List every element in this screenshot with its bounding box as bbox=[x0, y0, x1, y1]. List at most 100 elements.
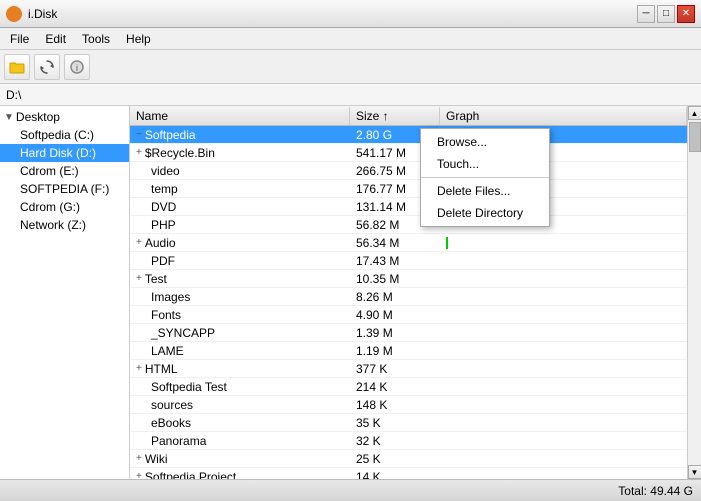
sidebar: ▼ Desktop Softpedia (C:) Hard Disk (D:) … bbox=[0, 106, 130, 479]
col-header-graph[interactable]: Graph bbox=[440, 107, 687, 125]
col-header-name[interactable]: Name bbox=[130, 107, 350, 125]
folder-icon bbox=[9, 59, 25, 75]
expand-icon: + bbox=[136, 273, 142, 284]
menu-edit[interactable]: Edit bbox=[39, 30, 72, 48]
sidebar-item-network-z[interactable]: Network (Z:) bbox=[0, 216, 129, 234]
file-size-pdf: 17.43 M bbox=[350, 253, 440, 269]
file-name-video: video bbox=[130, 163, 350, 179]
scroll-up-button[interactable]: ▲ bbox=[688, 106, 701, 120]
file-name-pdf: PDF bbox=[130, 253, 350, 269]
file-name-html: + HTML bbox=[130, 361, 350, 377]
table-row[interactable]: PDF 17.43 M bbox=[130, 252, 687, 270]
ctx-touch[interactable]: Touch... bbox=[421, 153, 549, 175]
menu-tools[interactable]: Tools bbox=[76, 30, 116, 48]
file-name-lame: LAME bbox=[130, 343, 350, 359]
table-row[interactable]: + Test 10.35 M bbox=[130, 270, 687, 288]
info-button[interactable]: i bbox=[64, 54, 90, 80]
file-name-test: + Test bbox=[130, 271, 350, 287]
file-list-header: Name Size ↑ Graph bbox=[130, 106, 687, 126]
title-bar: i.Disk ─ □ ✕ bbox=[0, 0, 701, 28]
file-list-container: Name Size ↑ Graph − Softpedia 2.80 G bbox=[130, 106, 687, 479]
window-title: i.Disk bbox=[28, 7, 57, 21]
file-name-php: PHP bbox=[130, 217, 350, 233]
sidebar-root-label: Desktop bbox=[16, 110, 60, 124]
file-size-syncapp: 1.39 M bbox=[350, 325, 440, 341]
table-row[interactable]: temp 176.77 M bbox=[130, 180, 687, 198]
refresh-button[interactable] bbox=[34, 54, 60, 80]
toolbar: i bbox=[0, 50, 701, 84]
file-size-lame: 1.19 M bbox=[350, 343, 440, 359]
table-row[interactable]: + Softpedia Project 14 K bbox=[130, 468, 687, 479]
table-row[interactable]: + Wiki 25 K bbox=[130, 450, 687, 468]
title-bar-left: i.Disk bbox=[6, 6, 57, 22]
file-size-sources: 148 K bbox=[350, 397, 440, 413]
file-graph-ebooks bbox=[440, 422, 687, 424]
file-size-html: 377 K bbox=[350, 361, 440, 377]
status-bar: Total: 49.44 G bbox=[0, 479, 701, 501]
file-size-fonts: 4.90 M bbox=[350, 307, 440, 323]
table-row[interactable]: video 266.75 M bbox=[130, 162, 687, 180]
file-name-syncapp: _SYNCAPP bbox=[130, 325, 350, 341]
table-row[interactable]: DVD 131.14 M bbox=[130, 198, 687, 216]
table-row[interactable]: Fonts 4.90 M bbox=[130, 306, 687, 324]
table-row[interactable]: eBooks 35 K bbox=[130, 414, 687, 432]
col-header-size[interactable]: Size ↑ bbox=[350, 107, 440, 125]
vertical-scrollbar[interactable]: ▲ ▼ bbox=[687, 106, 701, 479]
current-path: D:\ bbox=[6, 88, 21, 102]
file-graph-fonts bbox=[440, 314, 687, 316]
scroll-thumb[interactable] bbox=[689, 122, 701, 152]
file-size-softpedia-test: 214 K bbox=[350, 379, 440, 395]
close-button[interactable]: ✕ bbox=[677, 5, 695, 23]
table-row[interactable]: Softpedia Test 214 K bbox=[130, 378, 687, 396]
col-graph-label: Graph bbox=[446, 109, 479, 123]
ctx-delete-files[interactable]: Delete Files... bbox=[421, 180, 549, 202]
file-name-fonts: Fonts bbox=[130, 307, 350, 323]
file-graph-softpedia-project bbox=[440, 476, 687, 478]
table-row[interactable]: _SYNCAPP 1.39 M bbox=[130, 324, 687, 342]
col-size-label: Size ↑ bbox=[356, 109, 389, 123]
sidebar-item-softpedia-c[interactable]: Softpedia (C:) bbox=[0, 126, 129, 144]
file-size-ebooks: 35 K bbox=[350, 415, 440, 431]
sidebar-item-softpedia-f[interactable]: SOFTPEDIA (F:) bbox=[0, 180, 129, 198]
collapse-icon: − bbox=[136, 129, 142, 140]
table-row[interactable]: Images 8.26 M bbox=[130, 288, 687, 306]
refresh-icon bbox=[39, 59, 55, 75]
scroll-down-button[interactable]: ▼ bbox=[688, 465, 701, 479]
table-row[interactable]: + $Recycle.Bin 541.17 M bbox=[130, 144, 687, 162]
file-name-softpedia: − Softpedia bbox=[130, 127, 350, 143]
minimize-button[interactable]: ─ bbox=[637, 5, 655, 23]
file-size-panorama: 32 K bbox=[350, 433, 440, 449]
table-row[interactable]: − Softpedia 2.80 G bbox=[130, 126, 687, 144]
menu-help[interactable]: Help bbox=[120, 30, 157, 48]
table-row[interactable]: PHP 56.82 M bbox=[130, 216, 687, 234]
table-row[interactable]: + HTML 377 K bbox=[130, 360, 687, 378]
graph-bar-green bbox=[446, 237, 448, 249]
file-graph-sources bbox=[440, 404, 687, 406]
table-row[interactable]: LAME 1.19 M bbox=[130, 342, 687, 360]
sidebar-toggle[interactable]: ▼ bbox=[4, 112, 14, 123]
open-button[interactable] bbox=[4, 54, 30, 80]
table-row[interactable]: + Audio 56.34 M bbox=[130, 234, 687, 252]
file-graph-softpedia-test bbox=[440, 386, 687, 388]
sidebar-item-cdrom-e[interactable]: Cdrom (E:) bbox=[0, 162, 129, 180]
menu-file[interactable]: File bbox=[4, 30, 35, 48]
file-graph-images bbox=[440, 296, 687, 298]
app-icon bbox=[6, 6, 22, 22]
file-name-wiki: + Wiki bbox=[130, 451, 350, 467]
expand-icon: + bbox=[136, 237, 142, 248]
svg-text:i: i bbox=[76, 63, 78, 73]
ctx-browse[interactable]: Browse... bbox=[421, 131, 549, 153]
file-graph-test bbox=[440, 278, 687, 280]
table-row[interactable]: Panorama 32 K bbox=[130, 432, 687, 450]
file-size-softpedia-project: 14 K bbox=[350, 469, 440, 480]
sidebar-item-cdrom-g[interactable]: Cdrom (G:) bbox=[0, 198, 129, 216]
file-graph-panorama bbox=[440, 440, 687, 442]
sidebar-item-harddisk-d[interactable]: Hard Disk (D:) bbox=[0, 144, 129, 162]
file-name-audio: + Audio bbox=[130, 235, 350, 251]
table-row[interactable]: sources 148 K bbox=[130, 396, 687, 414]
file-name-temp: temp bbox=[130, 181, 350, 197]
ctx-delete-directory[interactable]: Delete Directory bbox=[421, 202, 549, 224]
file-graph-lame bbox=[440, 350, 687, 352]
expand-icon: + bbox=[136, 147, 142, 158]
maximize-button[interactable]: □ bbox=[657, 5, 675, 23]
